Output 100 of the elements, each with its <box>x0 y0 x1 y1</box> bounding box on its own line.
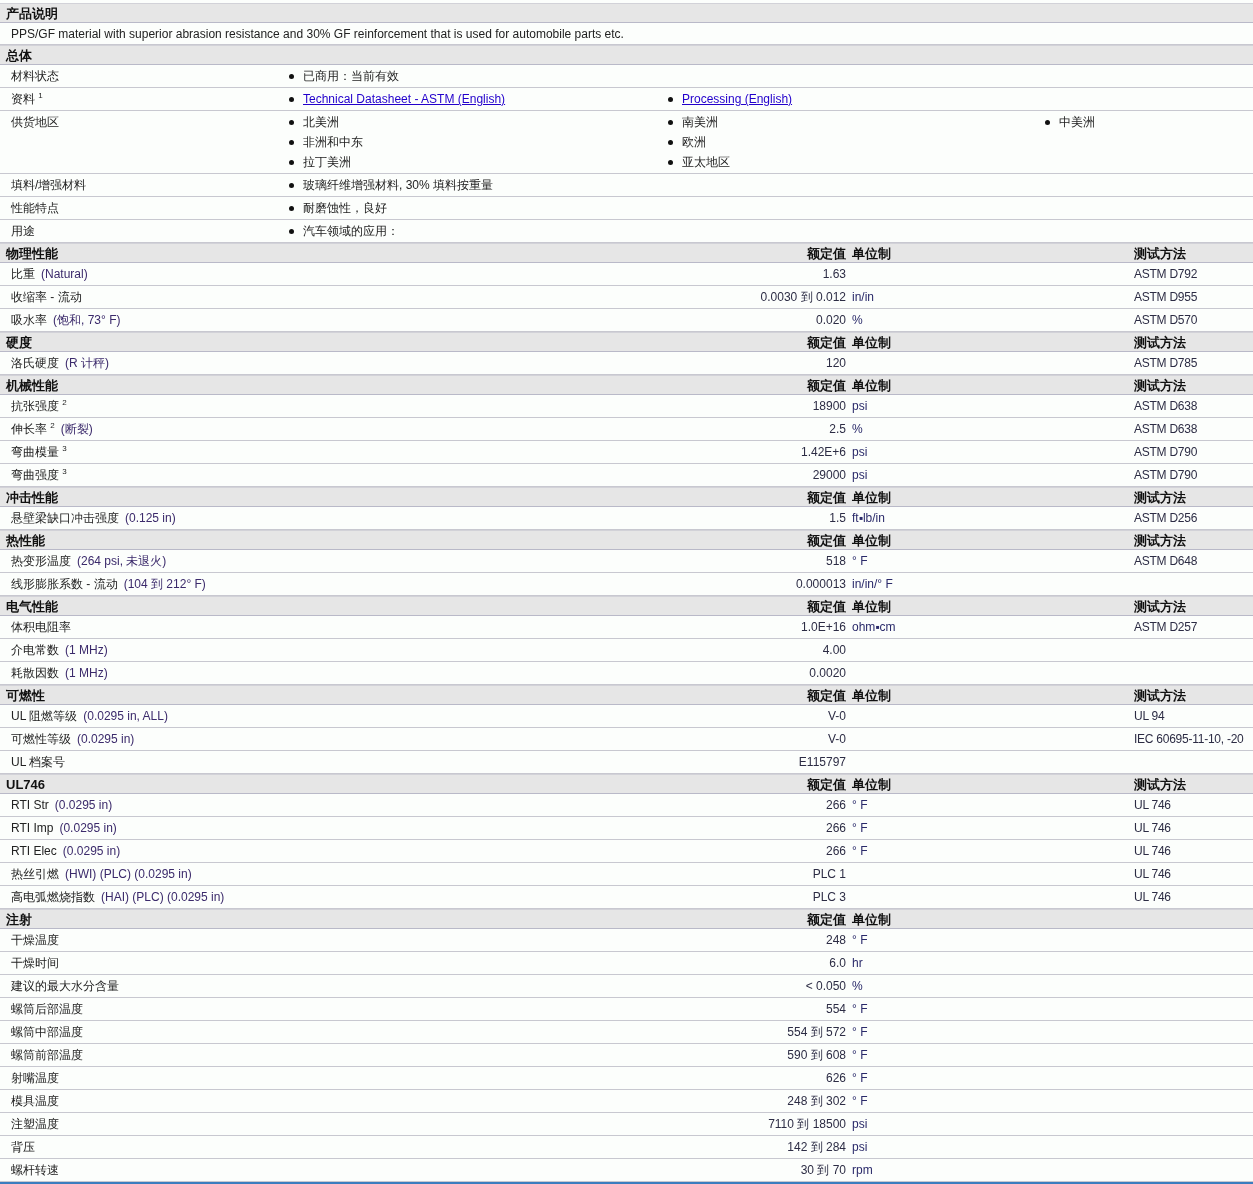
property-name: 螺筒前部温度 <box>11 1047 83 1064</box>
unit-text: ft▪lb/in <box>852 511 885 525</box>
property-name: 弯曲强度 $^{3}$ <box>11 466 67 484</box>
bullet-icon <box>289 159 294 165</box>
column-heading: 额定值 <box>807 335 846 350</box>
section-title: 注射 <box>5 912 32 927</box>
field-value: 非洲和中东 <box>303 134 363 150</box>
column-heading: 测试方法 <box>1134 246 1186 261</box>
nominal-value: 0.0030 到 0.012 <box>760 290 846 304</box>
test-condition: (断裂) <box>60 421 93 438</box>
bullet-icon <box>668 119 673 125</box>
property-name: 高电弧燃烧指数 <box>11 889 95 906</box>
nominal-value: 29000 <box>812 468 846 482</box>
column-heading: 额定值 <box>807 378 846 393</box>
nominal-value: 554 <box>825 1002 846 1016</box>
nominal-value: 590 到 608 <box>787 1048 846 1062</box>
column-heading: 单位制 <box>852 777 891 792</box>
field-value: 拉丁美洲 <box>303 154 351 170</box>
unit-text: ° F <box>852 554 868 568</box>
nominal-value: PLC 3 <box>812 890 846 904</box>
unit-text: ohm▪cm <box>852 620 896 634</box>
section-title: 硬度 <box>5 335 32 350</box>
section-title: 冲击性能 <box>5 490 58 505</box>
property-name: 射嘴温度 <box>11 1070 59 1087</box>
nominal-value: 120 <box>825 356 846 370</box>
field-label: 供货地区 <box>11 115 59 129</box>
column-heading: 单位制 <box>852 912 891 927</box>
column-heading: 额定值 <box>807 490 846 505</box>
nominal-value: 1.0E+16 <box>800 620 846 634</box>
unit-text: in/in/° F <box>852 577 893 591</box>
property-name: 热丝引燃 <box>11 866 59 883</box>
nominal-value: 2.5 <box>829 422 846 436</box>
column-heading: 额定值 <box>807 688 846 703</box>
property-name: 线形膨胀系数 - 流动 <box>11 576 118 593</box>
property-name: 背压 <box>11 1139 35 1156</box>
nominal-value: 142 到 284 <box>787 1140 846 1154</box>
section-title: 热性能 <box>5 533 45 548</box>
property-name: 吸水率 <box>11 312 47 329</box>
unit-text: ° F <box>852 933 868 947</box>
property-name: 悬壁梁缺口冲击强度 <box>11 510 119 527</box>
test-method: ASTM D638 <box>1134 399 1198 413</box>
column-heading: 测试方法 <box>1134 688 1186 703</box>
nominal-value: 0.020 <box>815 313 846 327</box>
property-name: RTI Str <box>11 797 49 814</box>
property-name: 干燥温度 <box>11 932 59 949</box>
section-title: 电气性能 <box>5 599 58 614</box>
unit-text: ° F <box>852 821 868 835</box>
nominal-value: 1.63 <box>822 267 846 281</box>
unit-text: psi <box>852 468 868 482</box>
column-heading: 单位制 <box>852 599 891 614</box>
unit-text: in/in <box>852 290 874 304</box>
section-title: 产品说明 <box>5 6 58 21</box>
field-value: 耐磨蚀性，良好 <box>303 200 387 216</box>
field-value: 亚太地区 <box>682 154 730 170</box>
field-label: 用途 <box>11 224 35 238</box>
property-name: 模具温度 <box>11 1093 59 1110</box>
field-value: 南美洲 <box>682 114 718 130</box>
test-condition: (HWI) (PLC) (0.0295 in) <box>65 866 192 883</box>
property-name: 建议的最大水分含量 <box>11 978 119 995</box>
test-method: ASTM D256 <box>1134 511 1198 525</box>
test-condition: (R 计秤) <box>65 355 109 372</box>
nominal-value: 1.42E+6 <box>800 445 846 459</box>
property-name: UL 阻燃等级 <box>11 708 78 725</box>
test-condition: (Natural) <box>41 266 88 283</box>
section-title: 机械性能 <box>4 378 58 393</box>
nominal-value: 626 <box>825 1071 846 1085</box>
test-condition: (1 MHz) <box>65 665 108 682</box>
test-condition: (饱和, 73° F) <box>53 312 121 329</box>
column-heading: 单位制 <box>852 490 891 505</box>
test-method: ASTM D955 <box>1134 290 1198 304</box>
field-value: 汽车领域的应用： <box>303 223 399 239</box>
column-heading: 额定值 <box>807 912 846 927</box>
nominal-value: 266 <box>825 798 846 812</box>
test-method: UL 746 <box>1134 867 1171 881</box>
test-method: ASTM D792 <box>1134 267 1198 281</box>
property-name: 比重 <box>11 266 35 283</box>
property-name: 洛氏硬度 <box>11 355 59 372</box>
column-heading: 测试方法 <box>1134 533 1186 548</box>
nominal-value: 266 <box>825 821 846 835</box>
nominal-value: 248 到 302 <box>787 1094 846 1108</box>
nominal-value: 1.5 <box>829 511 846 525</box>
property-name: 收缩率 - 流动 <box>11 289 82 306</box>
test-condition: (0.125 in) <box>125 510 176 527</box>
datasheet-link[interactable]: Technical Datasheet - ASTM (English) <box>303 91 506 107</box>
bullet-icon <box>289 228 294 234</box>
unit-text: % <box>852 313 863 327</box>
nominal-value: V-0 <box>828 732 846 746</box>
nominal-value: E115797 <box>798 755 846 769</box>
test-condition: (HAI) (PLC) (0.0295 in) <box>101 889 225 906</box>
property-name: RTI Elec <box>11 843 57 860</box>
test-method: IEC 60695-11-10, -20 <box>1134 732 1244 746</box>
test-method: ASTM D570 <box>1134 313 1198 327</box>
field-label: 填料/增强材料 <box>11 178 87 192</box>
datasheet-link[interactable]: Processing (English) <box>682 91 793 107</box>
bullet-icon <box>289 73 294 79</box>
property-name: 抗张强度 $^{2}$ <box>11 397 67 415</box>
test-condition: (0.0295 in) <box>62 843 121 860</box>
nominal-value: 0.0020 <box>809 666 846 680</box>
property-name: 螺筒后部温度 <box>11 1001 83 1018</box>
field-label: 资料 $^{1}$ <box>11 92 43 106</box>
